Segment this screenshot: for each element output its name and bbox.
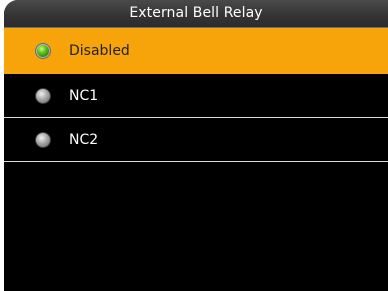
- relay-option-list: Disabled NC1 NC2: [4, 28, 388, 162]
- option-nc2[interactable]: NC2: [4, 118, 388, 162]
- option-label: Disabled: [69, 43, 130, 59]
- page-title: External Bell Relay: [4, 0, 388, 28]
- device-screen: External Bell Relay Disabled NC1 NC2: [4, 0, 388, 291]
- option-nc1[interactable]: NC1: [4, 74, 388, 118]
- radio-unselected-icon: [35, 87, 51, 104]
- option-label: NC2: [69, 131, 99, 148]
- option-disabled[interactable]: Disabled: [4, 28, 388, 74]
- option-label: NC1: [69, 87, 99, 104]
- radio-selected-icon: [35, 43, 51, 59]
- radio-unselected-icon: [35, 131, 51, 148]
